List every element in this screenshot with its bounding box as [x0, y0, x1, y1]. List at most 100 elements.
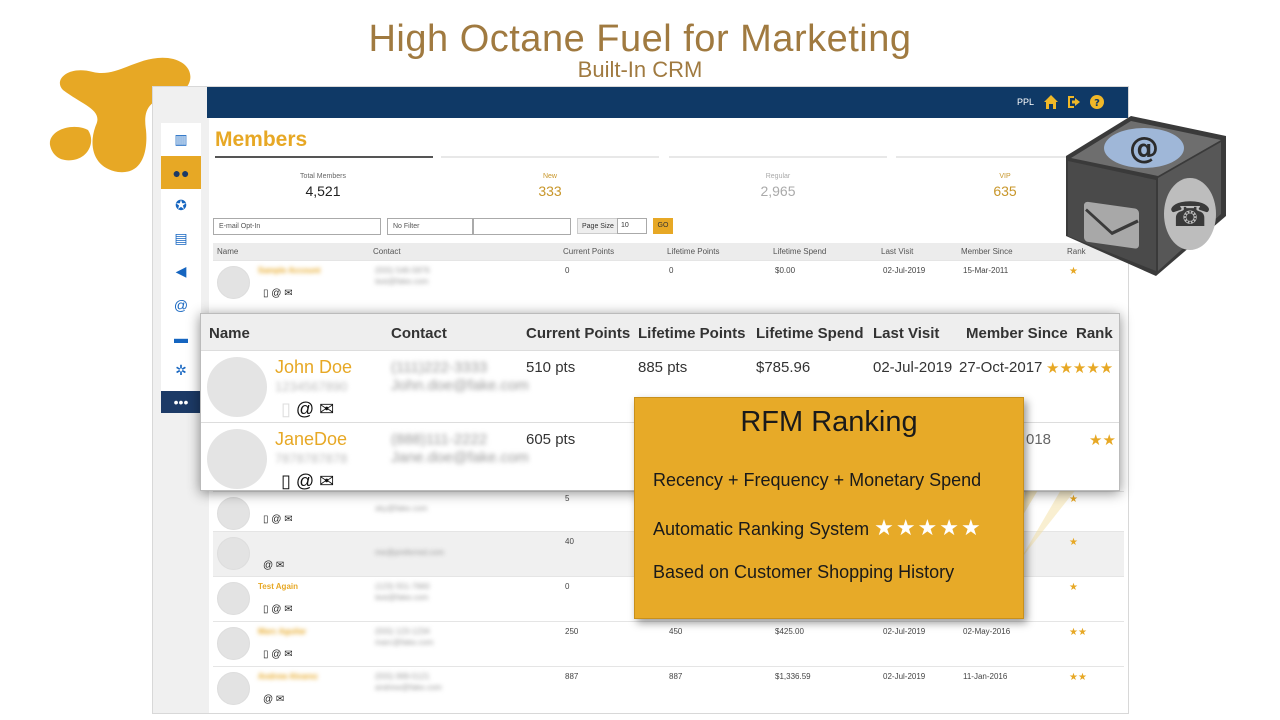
lifetime-spend: $425.00	[775, 627, 804, 636]
page-size-label: Page Size	[577, 218, 619, 234]
stat-value: 4,521	[305, 183, 341, 199]
campaign-icon[interactable]: ◀	[161, 255, 201, 288]
contact-icons: ▯ @ ✉	[263, 288, 293, 299]
member-phone: (888)111-2222	[391, 431, 488, 448]
member-since: 15-Mar-2011	[963, 266, 1009, 275]
member-name[interactable]: JaneDoe	[275, 429, 347, 450]
member-email: sky@fake.com	[375, 504, 428, 513]
last-visit: 02-Jul-2019	[883, 627, 926, 636]
member-phone: (555) 999-5121	[375, 672, 430, 681]
tab-new[interactable]	[441, 156, 659, 158]
member-name[interactable]: Andrew Alvarez	[258, 672, 318, 681]
stat-regular: Regular 2,965	[668, 173, 888, 199]
zoom-col-contact[interactable]: Contact	[391, 325, 447, 342]
table-row[interactable]: Andrew Alvarez (555) 999-5121 andrew@fak…	[213, 666, 1124, 711]
member-phone: (123) 551-7660	[375, 582, 430, 591]
member-name[interactable]: John Doe	[275, 357, 352, 378]
page-size-select[interactable]: 10	[617, 218, 647, 234]
zoom-col-name[interactable]: Name	[209, 325, 250, 342]
member-phone: (111)222-3333	[391, 359, 488, 376]
zoom-col-lifetime-spend[interactable]: Lifetime Spend	[756, 325, 864, 342]
zoom-col-member-since[interactable]: Member Since	[966, 325, 1068, 342]
tab-total[interactable]	[215, 156, 433, 158]
avatar	[217, 497, 250, 530]
contact-icons: ▯ @ ✉	[281, 471, 335, 491]
member-email: andrew@fake.com	[375, 683, 442, 692]
tab-regular[interactable]	[669, 156, 887, 158]
member-name[interactable]: Test Again	[258, 582, 298, 591]
svg-text:@: @	[1129, 131, 1159, 166]
table-row[interactable]: Marc Aguilar (555) 123-1234 marc@fake.co…	[213, 621, 1124, 666]
zoom-col-current-points[interactable]: Current Points	[526, 325, 630, 342]
members-icon[interactable]: ●●	[161, 156, 201, 189]
dashboard-icon[interactable]: ▥	[161, 123, 201, 156]
svg-text:☎: ☎	[1169, 195, 1211, 235]
lifetime-spend: $785.96	[756, 359, 811, 376]
stat-new: New 333	[440, 173, 660, 199]
lifetime-points: 887	[669, 672, 683, 681]
rank-stars: ★	[1069, 537, 1078, 548]
settings-icon[interactable]: ✲	[161, 354, 201, 387]
avatar	[217, 266, 250, 299]
rank-stars: ★★	[1089, 432, 1116, 449]
rank-stars: ★	[1069, 582, 1078, 593]
current-points: 887	[565, 672, 579, 681]
rank-stars: ★★★★★	[1046, 360, 1114, 377]
filter-select[interactable]: No Filter	[387, 218, 473, 235]
col-current-points[interactable]: Current Points	[563, 247, 614, 256]
member-phone: (555) 546-5876	[375, 266, 430, 275]
optin-select[interactable]: E-mail Opt-In	[213, 218, 381, 235]
col-last-visit[interactable]: Last Visit	[881, 247, 913, 256]
delivery-icon[interactable]: ▬	[161, 321, 201, 354]
col-name[interactable]: Name	[217, 247, 238, 256]
rank-stars: ★★	[1069, 672, 1087, 683]
go-button[interactable]: GO	[653, 218, 673, 234]
zoom-col-lifetime-points[interactable]: Lifetime Points	[638, 325, 746, 342]
rewards-icon[interactable]: ✪	[161, 189, 201, 222]
search-input[interactable]	[473, 218, 571, 235]
current-points: 40	[565, 537, 574, 546]
email-icon[interactable]: @	[161, 288, 201, 321]
contact-icons: ▯ @ ✉	[281, 399, 335, 419]
member-email: Jane.doe@fake.com	[391, 449, 529, 466]
contact-icons: @ ✉	[263, 694, 285, 705]
last-visit: 02-Jul-2019	[883, 672, 926, 681]
zoom-col-rank[interactable]: Rank	[1076, 325, 1113, 342]
member-name[interactable]: Sample Account	[258, 266, 320, 275]
last-visit: 02-Jul-2019	[873, 359, 953, 376]
stat-label: Regular	[765, 173, 791, 180]
contact-cube-icon: @ ☎	[1066, 116, 1226, 276]
member-since: 27-Oct-2017	[959, 359, 1043, 376]
member-phone: (555) 123-1234	[375, 627, 430, 636]
contact-icons: ▯ @ ✉	[263, 514, 293, 525]
col-lifetime-spend[interactable]: Lifetime Spend	[773, 247, 826, 256]
table-header: Name Contact Current Points Lifetime Poi…	[213, 243, 1124, 260]
current-points: 250	[565, 627, 579, 636]
member-since: 02-May-2016	[963, 627, 1011, 636]
current-points: 0	[565, 582, 570, 591]
member-email: marc@fake.com	[375, 638, 434, 647]
rfm-stars: ★★★★★	[874, 515, 983, 540]
avatar	[207, 357, 267, 417]
table-row[interactable]: Sample Account (555) 546-5876 test@fake.…	[213, 260, 1124, 305]
rfm-title: RFM Ranking	[740, 406, 918, 438]
stat-value: 333	[538, 183, 562, 199]
more-icon[interactable]: •••	[161, 391, 201, 413]
reports-icon[interactable]: ▤	[161, 222, 201, 255]
top-navbar: PPL ?	[207, 87, 1128, 118]
stat-total: Total Members 4,521	[213, 173, 433, 199]
zoom-col-last-visit[interactable]: Last Visit	[873, 325, 939, 342]
lifetime-spend: $1,336.59	[775, 672, 811, 681]
col-lifetime-points[interactable]: Lifetime Points	[667, 247, 719, 256]
current-points: 510 pts	[526, 359, 576, 376]
col-member-since[interactable]: Member Since	[961, 247, 1013, 256]
avatar	[217, 582, 250, 615]
member-email: test@fake.com	[375, 593, 429, 602]
member-email: test@fake.com	[375, 277, 429, 286]
lifetime-points: 450	[669, 627, 683, 636]
rank-stars: ★	[1069, 494, 1078, 505]
member-name[interactable]: Marc Aguilar	[258, 627, 306, 636]
member-email: John.doe@fake.com	[391, 377, 529, 394]
col-contact[interactable]: Contact	[373, 247, 401, 256]
contact-icons: ▯ @ ✉	[263, 649, 293, 660]
